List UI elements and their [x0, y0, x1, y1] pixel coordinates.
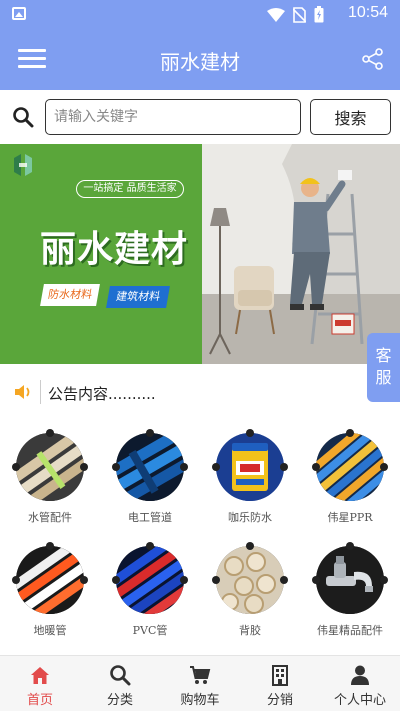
banner-left-panel: 一站搞定 品质生活家 丽水建材 防水材料 建筑材料 [0, 144, 202, 364]
speaker-icon [15, 385, 30, 399]
status-bar: 10:54 [0, 0, 400, 28]
search-icon [13, 107, 34, 128]
waterproof-bucket-image [216, 433, 284, 501]
floor-heating-pipe-image [16, 546, 84, 614]
category-item[interactable]: 伟星PPR [300, 425, 400, 535]
share-icon[interactable] [362, 48, 384, 70]
category-item[interactable]: 地暖管 [0, 538, 100, 648]
category-item[interactable]: 背胶 [200, 538, 300, 648]
adhesive-roll-image [216, 546, 284, 614]
banner-tag-waterproof: 防水材料 [40, 284, 100, 306]
search-icon [110, 665, 131, 686]
banner-tag-building: 建筑材料 [106, 286, 170, 308]
app-bar: 丽水建材 [0, 28, 400, 90]
tab-label: 个人中心 [333, 693, 386, 708]
category-label: 背胶 [239, 624, 261, 637]
home-icon [31, 667, 49, 684]
promo-banner[interactable]: 一站搞定 品质生活家 丽水建材 防水材料 建筑材料 [0, 144, 400, 364]
faucet-image [316, 546, 384, 614]
ppr-pipe-image [316, 433, 384, 501]
tab-label: 分销 [266, 693, 293, 708]
search-input[interactable] [45, 99, 301, 135]
brand-logo-icon [14, 154, 32, 176]
battery-icon [314, 6, 324, 23]
pvc-pipe-image [116, 546, 184, 614]
banner-scene-illustration [202, 144, 400, 364]
banner-brand: 丽水建材 [40, 229, 189, 270]
search-bar: 搜索 [0, 90, 400, 144]
clock: 10:54 [347, 4, 388, 21]
tab-distribution[interactable]: 分销 [240, 656, 320, 711]
category-item[interactable]: 水管配件 [0, 425, 100, 535]
category-label: 电工管道 [128, 511, 172, 524]
notice-text: 公告内容.......... [48, 385, 156, 403]
banner-photo [202, 144, 400, 364]
tab-home[interactable]: 首页 [0, 656, 80, 711]
tab-profile[interactable]: 个人中心 [320, 656, 400, 711]
pipe-fittings-image [16, 433, 84, 501]
category-item[interactable]: 咖乐防水 [200, 425, 300, 535]
no-sim-icon [293, 6, 306, 23]
building-icon [272, 665, 288, 686]
image-icon [12, 7, 26, 20]
category-label: 伟星精品配件 [317, 624, 383, 637]
category-label: 咖乐防水 [228, 511, 272, 524]
tab-label: 首页 [26, 693, 53, 708]
page-title: 丽水建材 [160, 50, 240, 74]
tab-label: 分类 [106, 693, 133, 708]
search-button[interactable]: 搜索 [310, 99, 391, 135]
category-label: 水管配件 [28, 511, 72, 524]
tab-label: 购物车 [180, 693, 220, 708]
notice-bar[interactable]: 公告内容.......... [0, 372, 400, 412]
category-label: 地暖管 [33, 624, 67, 637]
banner-tagline: 一站搞定 品质生活家 [76, 180, 184, 198]
category-item[interactable]: 电工管道 [100, 425, 200, 535]
category-label: PVC管 [132, 624, 168, 637]
cart-icon [190, 666, 211, 684]
tab-cart[interactable]: 购物车 [160, 656, 240, 711]
category-item[interactable]: PVC管 [100, 538, 200, 648]
category-label: 伟星PPR [327, 511, 373, 524]
wifi-icon [267, 7, 285, 22]
notice-divider [40, 380, 41, 404]
bottom-tab-bar: 首页 分类 购物车 分销 个人中心 [0, 655, 400, 711]
category-item[interactable]: 伟星精品配件 [300, 538, 400, 648]
electrical-conduit-image [116, 433, 184, 501]
tab-category[interactable]: 分类 [80, 656, 160, 711]
person-icon [351, 665, 369, 685]
